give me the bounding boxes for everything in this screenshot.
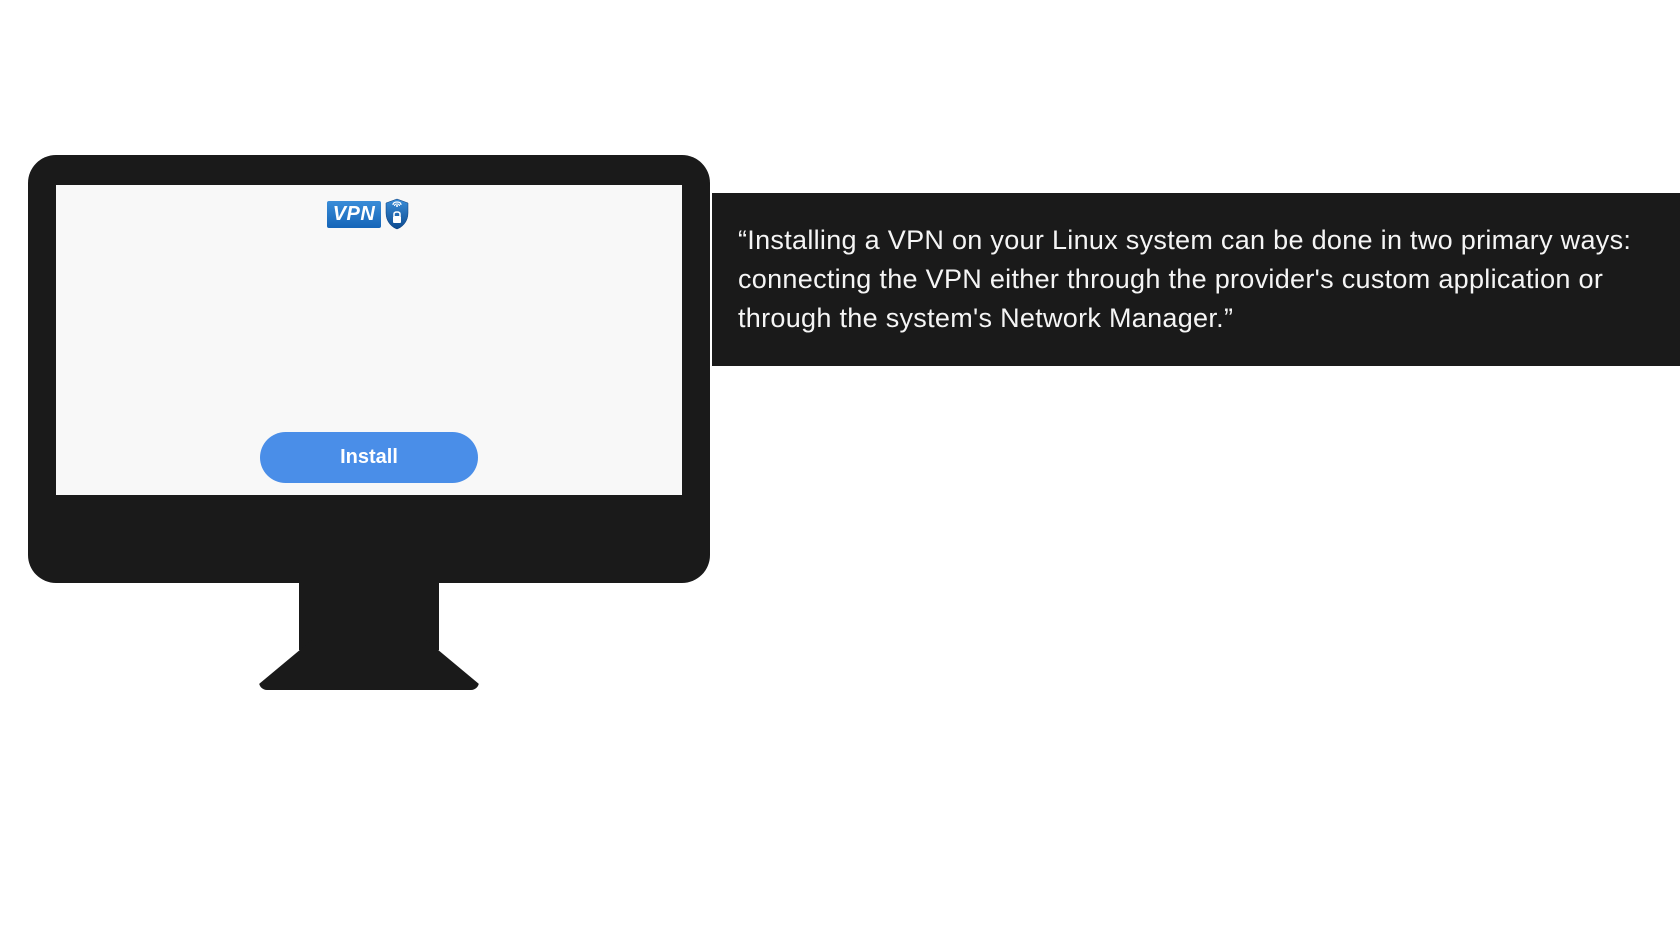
vpn-logo: VPN xyxy=(327,197,412,231)
monitor-screen: VPN xyxy=(56,185,682,495)
vpn-logo-text: VPN xyxy=(327,201,382,228)
quote-text: “Installing a VPN on your Linux system c… xyxy=(738,225,1631,333)
shield-icon xyxy=(383,197,411,231)
monitor-bezel: VPN xyxy=(28,155,710,583)
install-button[interactable]: Install xyxy=(260,432,478,483)
stand-base xyxy=(259,640,479,690)
quote-banner: “Installing a VPN on your Linux system c… xyxy=(712,193,1680,366)
monitor-stand xyxy=(259,580,479,690)
monitor-illustration: VPN xyxy=(28,155,710,690)
stand-neck xyxy=(299,580,439,650)
